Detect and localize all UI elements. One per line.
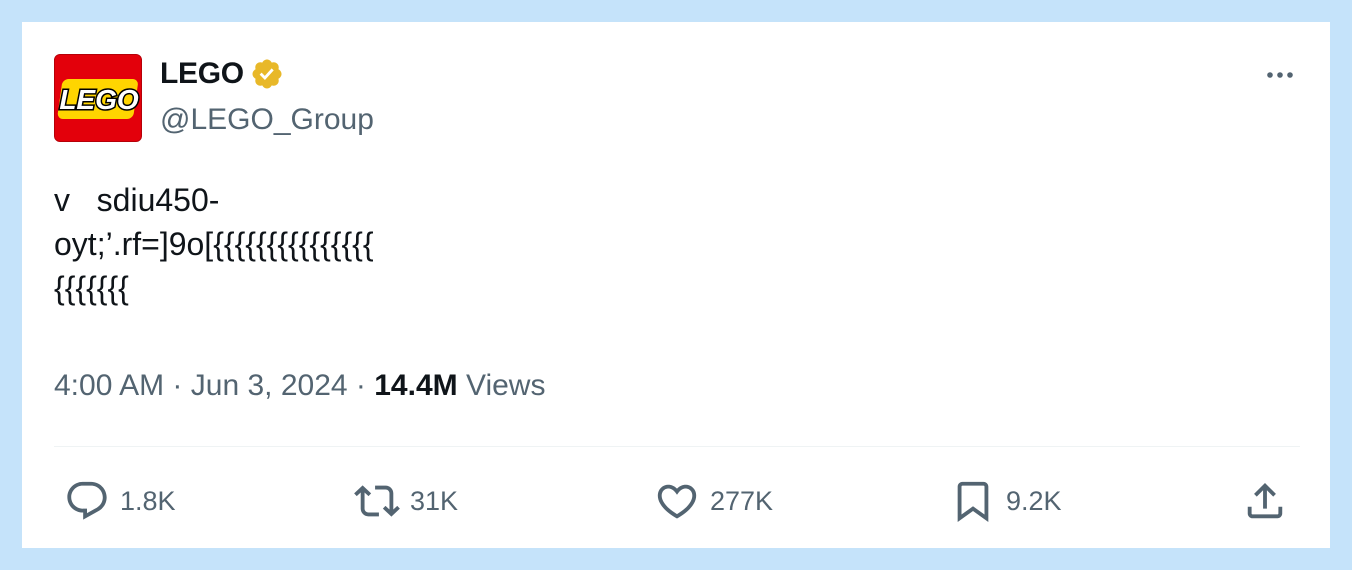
tweet-text: v sdiu450- oyt;’.rf=]9o[{{{{{{{{{{{{{{{ …: [54, 182, 374, 306]
author-name[interactable]: LEGO: [160, 56, 244, 92]
repost-button[interactable]: 31K: [354, 474, 458, 528]
tweet-card: LEGO LEGO @LEGO_Group v sdiu450- oyt;’.r…: [22, 22, 1330, 548]
more-icon[interactable]: [1260, 60, 1300, 90]
meta-separator: ·: [172, 369, 183, 402]
reply-button[interactable]: 1.8K: [64, 474, 176, 528]
action-bar: 1.8K 31K 277K 9.2K: [54, 474, 1300, 528]
avatar[interactable]: LEGO: [54, 54, 142, 142]
repost-count: 31K: [410, 485, 459, 516]
bookmark-count: 9.2K: [1006, 485, 1062, 516]
heart-icon: [654, 478, 700, 524]
share-icon: [1242, 478, 1288, 524]
reply-count: 1.8K: [120, 485, 176, 516]
like-count: 277K: [710, 485, 774, 516]
views-label: Views: [465, 369, 546, 402]
logo-text: LEGO: [59, 84, 139, 115]
tweet-time[interactable]: 4:00 AM: [54, 369, 164, 402]
repost-icon: [354, 478, 400, 524]
verified-badge-icon[interactable]: [250, 57, 284, 91]
share-button[interactable]: [1242, 474, 1288, 528]
reply-icon: [64, 478, 110, 524]
like-button[interactable]: 277K: [654, 474, 773, 528]
tweet-date[interactable]: Jun 3, 2024: [191, 369, 348, 402]
lego-logo: LEGO: [55, 55, 141, 141]
views-count: 14.4M: [374, 369, 458, 402]
meta-separator: ·: [355, 369, 366, 402]
author-name-row: LEGO: [160, 56, 284, 92]
author-handle[interactable]: @LEGO_Group: [160, 100, 374, 140]
bookmark-icon: [950, 478, 996, 524]
bookmark-button[interactable]: 9.2K: [950, 474, 1062, 528]
divider: [54, 446, 1300, 447]
tweet-meta: 4:00 AM · Jun 3, 2024 · 14.4M Views: [54, 366, 545, 406]
